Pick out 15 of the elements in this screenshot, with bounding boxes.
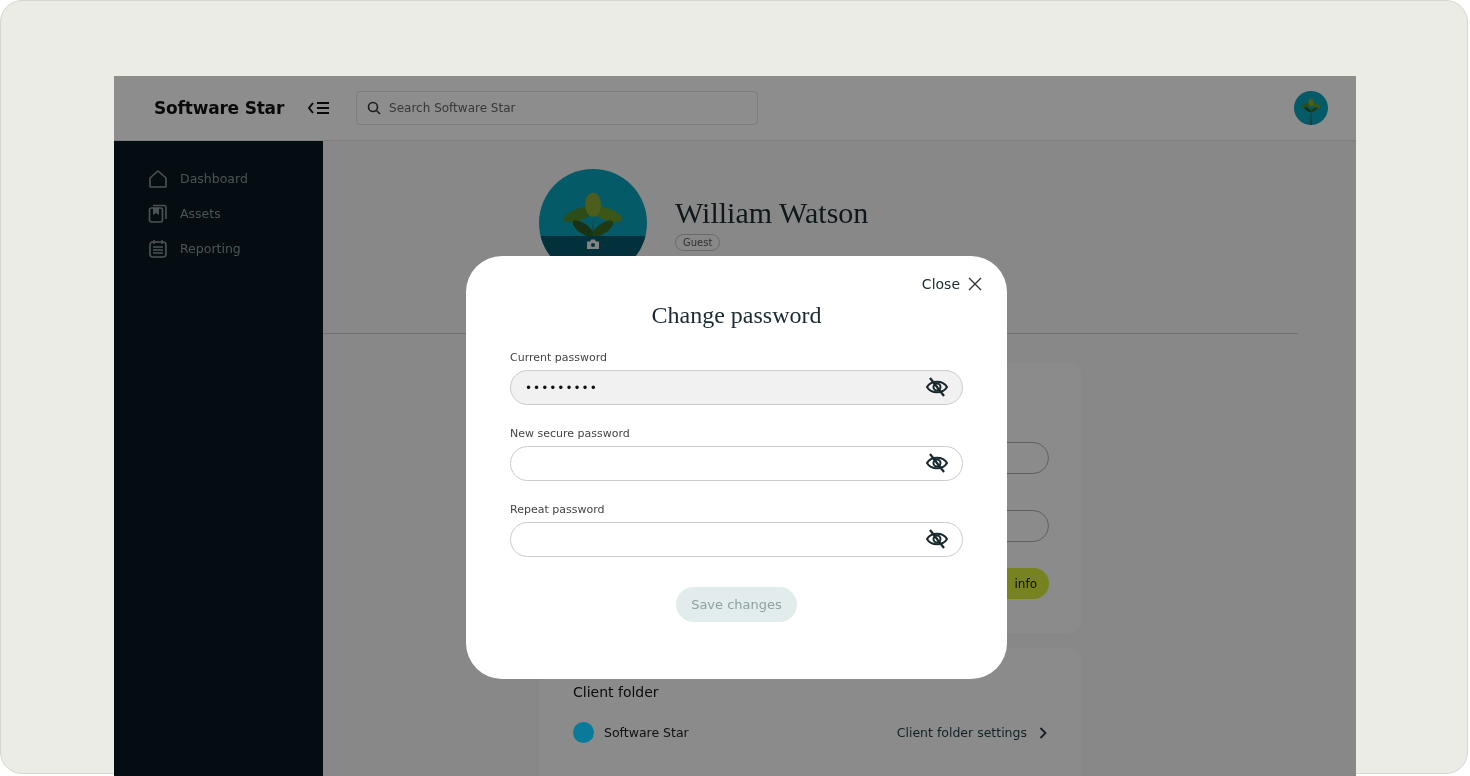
sidebar-item[interactable]: Assets (148, 196, 323, 231)
dialog-title: Change password (650, 302, 823, 329)
sidebar-item[interactable]: Reporting (148, 231, 323, 266)
field-label: New secure password (510, 427, 631, 440)
password-field[interactable]: ••••••••• (510, 370, 963, 405)
section-title: Client folder (573, 684, 660, 700)
close-button[interactable]: Close (921, 274, 982, 294)
app-title: Software Star (154, 98, 285, 118)
folder-settings-link[interactable]: Client folder settings (896, 725, 1027, 740)
folder-name: Software Star (604, 725, 689, 740)
sidebar-item[interactable]: Dashboard (148, 161, 323, 196)
field-label: Current password (510, 351, 609, 364)
search-field[interactable]: Search Software Star (356, 91, 759, 125)
field-label: Repeat password (510, 503, 606, 516)
user-name: William Watson (675, 195, 869, 230)
